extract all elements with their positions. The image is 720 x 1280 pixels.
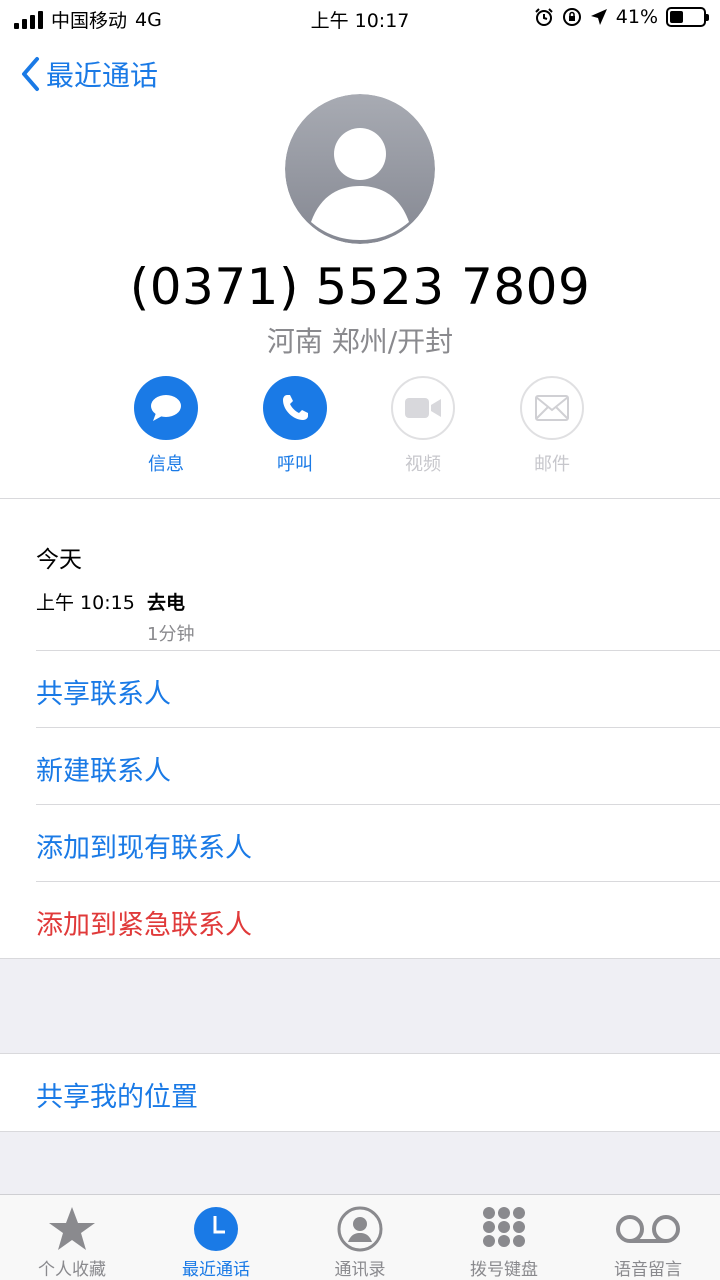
location-arrow-icon bbox=[590, 9, 607, 25]
mail-button-circle bbox=[520, 376, 584, 440]
divider bbox=[36, 727, 720, 728]
clock-icon bbox=[194, 1207, 238, 1251]
video-icon bbox=[405, 398, 441, 418]
call-label: 呼叫 bbox=[277, 454, 313, 475]
add-emergency-contact-button[interactable]: 添加到紧急联系人 bbox=[36, 903, 252, 942]
tab-recents[interactable]: 最近通话 bbox=[144, 1195, 288, 1280]
battery-fill bbox=[670, 11, 684, 23]
contacts-icon bbox=[337, 1206, 383, 1252]
add-existing-contact-button[interactable]: 添加到现有联系人 bbox=[36, 826, 252, 865]
chevron-left-icon bbox=[22, 57, 39, 91]
message-button-circle bbox=[134, 376, 198, 440]
section-spacer bbox=[0, 958, 720, 1054]
back-button[interactable]: 最近通话 bbox=[20, 54, 158, 94]
tab-voicemail[interactable]: 语音留言 bbox=[576, 1195, 720, 1280]
divider bbox=[0, 498, 720, 499]
star-icon bbox=[49, 1207, 95, 1250]
tab-bar: 个人收藏 最近通话 通讯录 拨号键盘 语音留言 bbox=[0, 1194, 720, 1280]
tab-contacts-label: 通讯录 bbox=[334, 1260, 386, 1280]
call-duration: 1分钟 bbox=[147, 624, 195, 645]
phone-icon bbox=[283, 395, 308, 420]
message-icon bbox=[151, 395, 181, 421]
rotation-lock-icon bbox=[562, 8, 581, 26]
mail-icon bbox=[535, 395, 569, 421]
battery-icon bbox=[666, 7, 709, 27]
tab-recents-label: 最近通话 bbox=[182, 1260, 250, 1280]
recent-day: 今天 bbox=[36, 547, 82, 573]
share-location-button[interactable]: 共享我的位置 bbox=[36, 1075, 198, 1114]
mail-button[interactable]: 邮件 bbox=[502, 376, 602, 476]
tab-favorites-label: 个人收藏 bbox=[38, 1260, 106, 1280]
mail-label: 邮件 bbox=[534, 454, 570, 475]
video-button[interactable]: 视频 bbox=[373, 376, 473, 476]
call-button-circle bbox=[263, 376, 327, 440]
status-right: 41% bbox=[534, 6, 709, 28]
message-label: 信息 bbox=[148, 454, 184, 475]
battery-percent: 41% bbox=[615, 6, 658, 28]
divider bbox=[36, 650, 720, 651]
tab-contacts[interactable]: 通讯录 bbox=[288, 1195, 432, 1280]
divider bbox=[36, 881, 720, 882]
call-button[interactable]: 呼叫 bbox=[245, 376, 345, 476]
new-contact-button[interactable]: 新建联系人 bbox=[36, 749, 171, 788]
message-button[interactable]: 信息 bbox=[116, 376, 216, 476]
alarm-icon bbox=[535, 8, 553, 26]
status-bar: 中国移动 4G 上午 10:17 41% bbox=[0, 0, 720, 36]
call-time: 上午 10:15 bbox=[36, 592, 135, 614]
share-contact-button[interactable]: 共享联系人 bbox=[36, 672, 171, 711]
person-icon bbox=[285, 94, 435, 244]
call-type: 去电 bbox=[147, 592, 186, 614]
phone-number: (0371) 5523 7809 bbox=[129, 258, 591, 316]
keypad-icon bbox=[483, 1207, 525, 1247]
video-button-circle bbox=[391, 376, 455, 440]
avatar bbox=[285, 94, 435, 244]
tab-favorites[interactable]: 个人收藏 bbox=[0, 1195, 144, 1280]
divider bbox=[36, 804, 720, 805]
tab-voicemail-label: 语音留言 bbox=[614, 1260, 682, 1280]
number-location: 河南 郑州/开封 bbox=[266, 325, 454, 358]
tab-keypad[interactable]: 拨号键盘 bbox=[432, 1195, 576, 1280]
video-label: 视频 bbox=[405, 454, 441, 475]
voicemail-icon bbox=[616, 1215, 680, 1243]
tab-keypad-label: 拨号键盘 bbox=[470, 1260, 538, 1280]
section-spacer bbox=[0, 1131, 720, 1194]
back-label: 最近通话 bbox=[46, 59, 159, 92]
